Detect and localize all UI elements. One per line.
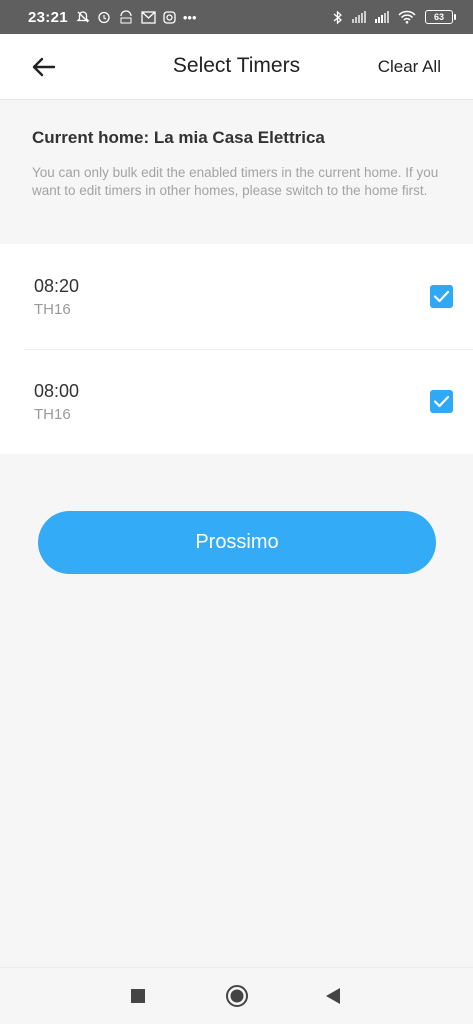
timer-row[interactable]: 08:20 TH16 — [0, 244, 473, 349]
status-time: 23:21 — [28, 8, 68, 26]
data-saver-icon — [120, 10, 132, 24]
triangle-left-icon — [326, 988, 340, 1004]
more-dots-icon: ••• — [182, 9, 197, 25]
mail-icon — [141, 10, 156, 24]
wifi-icon — [398, 10, 416, 24]
next-button[interactable]: Prossimo — [38, 511, 436, 574]
timer-device: TH16 — [34, 301, 71, 318]
bluetooth-icon — [333, 10, 342, 24]
status-left: 23:21 ••• — [28, 9, 197, 26]
current-home-title: Current home: La mia Casa Elettrica — [32, 128, 325, 147]
notification-icons: ••• — [76, 10, 197, 25]
timer-row[interactable]: 08:00 TH16 — [0, 349, 473, 454]
current-home-info: Current home: La mia Casa Elettrica You … — [0, 101, 473, 244]
timer-checkbox[interactable] — [430, 390, 453, 413]
timer-device: TH16 — [34, 406, 71, 423]
square-icon — [131, 989, 145, 1003]
timer-list: 08:20 TH16 08:00 TH16 — [0, 244, 473, 454]
timer-time: 08:00 — [34, 381, 80, 401]
bulk-edit-hint: You can only bulk edit the enabled timer… — [32, 165, 439, 198]
app-header: Select Timers Clear All — [0, 34, 473, 100]
status-bar: 23:21 ••• 63 — [0, 0, 473, 34]
timer-time: 08:20 — [34, 276, 80, 296]
nav-back-button[interactable] — [320, 983, 346, 1009]
circle-icon — [226, 985, 248, 1007]
battery-icon: 63 — [425, 10, 456, 24]
system-nav-bar — [0, 967, 473, 1024]
checkmark-icon — [433, 395, 450, 408]
recent-apps-button[interactable] — [125, 983, 151, 1009]
mute-icon — [76, 11, 90, 23]
clear-all-button[interactable]: Clear All — [378, 57, 441, 77]
status-right: 63 — [333, 10, 456, 25]
alarm-icon — [98, 11, 110, 24]
signal-2-icon — [375, 11, 389, 23]
signal-icon — [352, 11, 366, 23]
timer-checkbox[interactable] — [430, 285, 453, 308]
home-button[interactable] — [224, 983, 250, 1009]
checkmark-icon — [433, 290, 450, 303]
instagram-icon — [163, 10, 176, 24]
